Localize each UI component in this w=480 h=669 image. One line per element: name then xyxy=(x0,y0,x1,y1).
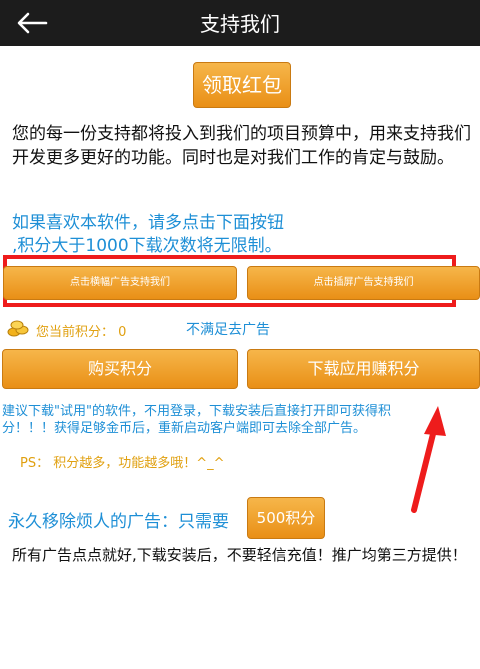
red-arrow-annotation xyxy=(411,406,446,513)
not-enough-remove-ads-link[interactable]: 不满足去广告 xyxy=(186,319,270,339)
support-prompt: 如果喜欢本软件，请多点击下面按钮 ,积分大于1000下载次数将无限制。 xyxy=(12,212,472,258)
points-value: 0 xyxy=(118,325,127,340)
remove-ads-label: 永久移除烦人的广告：只需要 xyxy=(8,512,229,532)
top-bar: 支持我们 xyxy=(0,0,480,46)
points-label: 您当前积分： xyxy=(36,325,115,340)
suggestion-text: 建议下载"试用"的软件，不用登录，下载安装后直接打开即可获得积分！！！获得足够金… xyxy=(2,404,391,436)
intro-text: 您的每一份支持都将投入到我们的项目预算中，用来支持我们开发更多更好的功能。同时也… xyxy=(12,124,471,168)
coins-icon xyxy=(7,320,29,337)
buy-points-button[interactable]: 购买积分 xyxy=(2,349,238,389)
download-earn-points-button[interactable]: 下载应用赚积分 xyxy=(247,349,480,389)
remove-ads-500-points-button[interactable]: 500积分 xyxy=(247,497,325,539)
page-title: 支持我们 xyxy=(200,12,280,36)
claim-red-packet-button[interactable]: 领取红包 xyxy=(193,62,291,108)
banner-ad-button[interactable]: 点击横幅广告支持我们 xyxy=(3,266,237,300)
footer-text: 所有广告点点就好,下载安装后，不要轻信充值！推广均第三方提供！ xyxy=(12,546,467,564)
ps-text: PS： 积分越多，功能越多哦！^_^ xyxy=(20,456,225,471)
interstitial-ad-button[interactable]: 点击插屏广告支持我们 xyxy=(247,266,480,300)
current-points: 您当前积分： 0 xyxy=(36,321,126,340)
support-prompt-line1: 如果喜欢本软件，请多点击下面按钮 xyxy=(12,213,284,233)
